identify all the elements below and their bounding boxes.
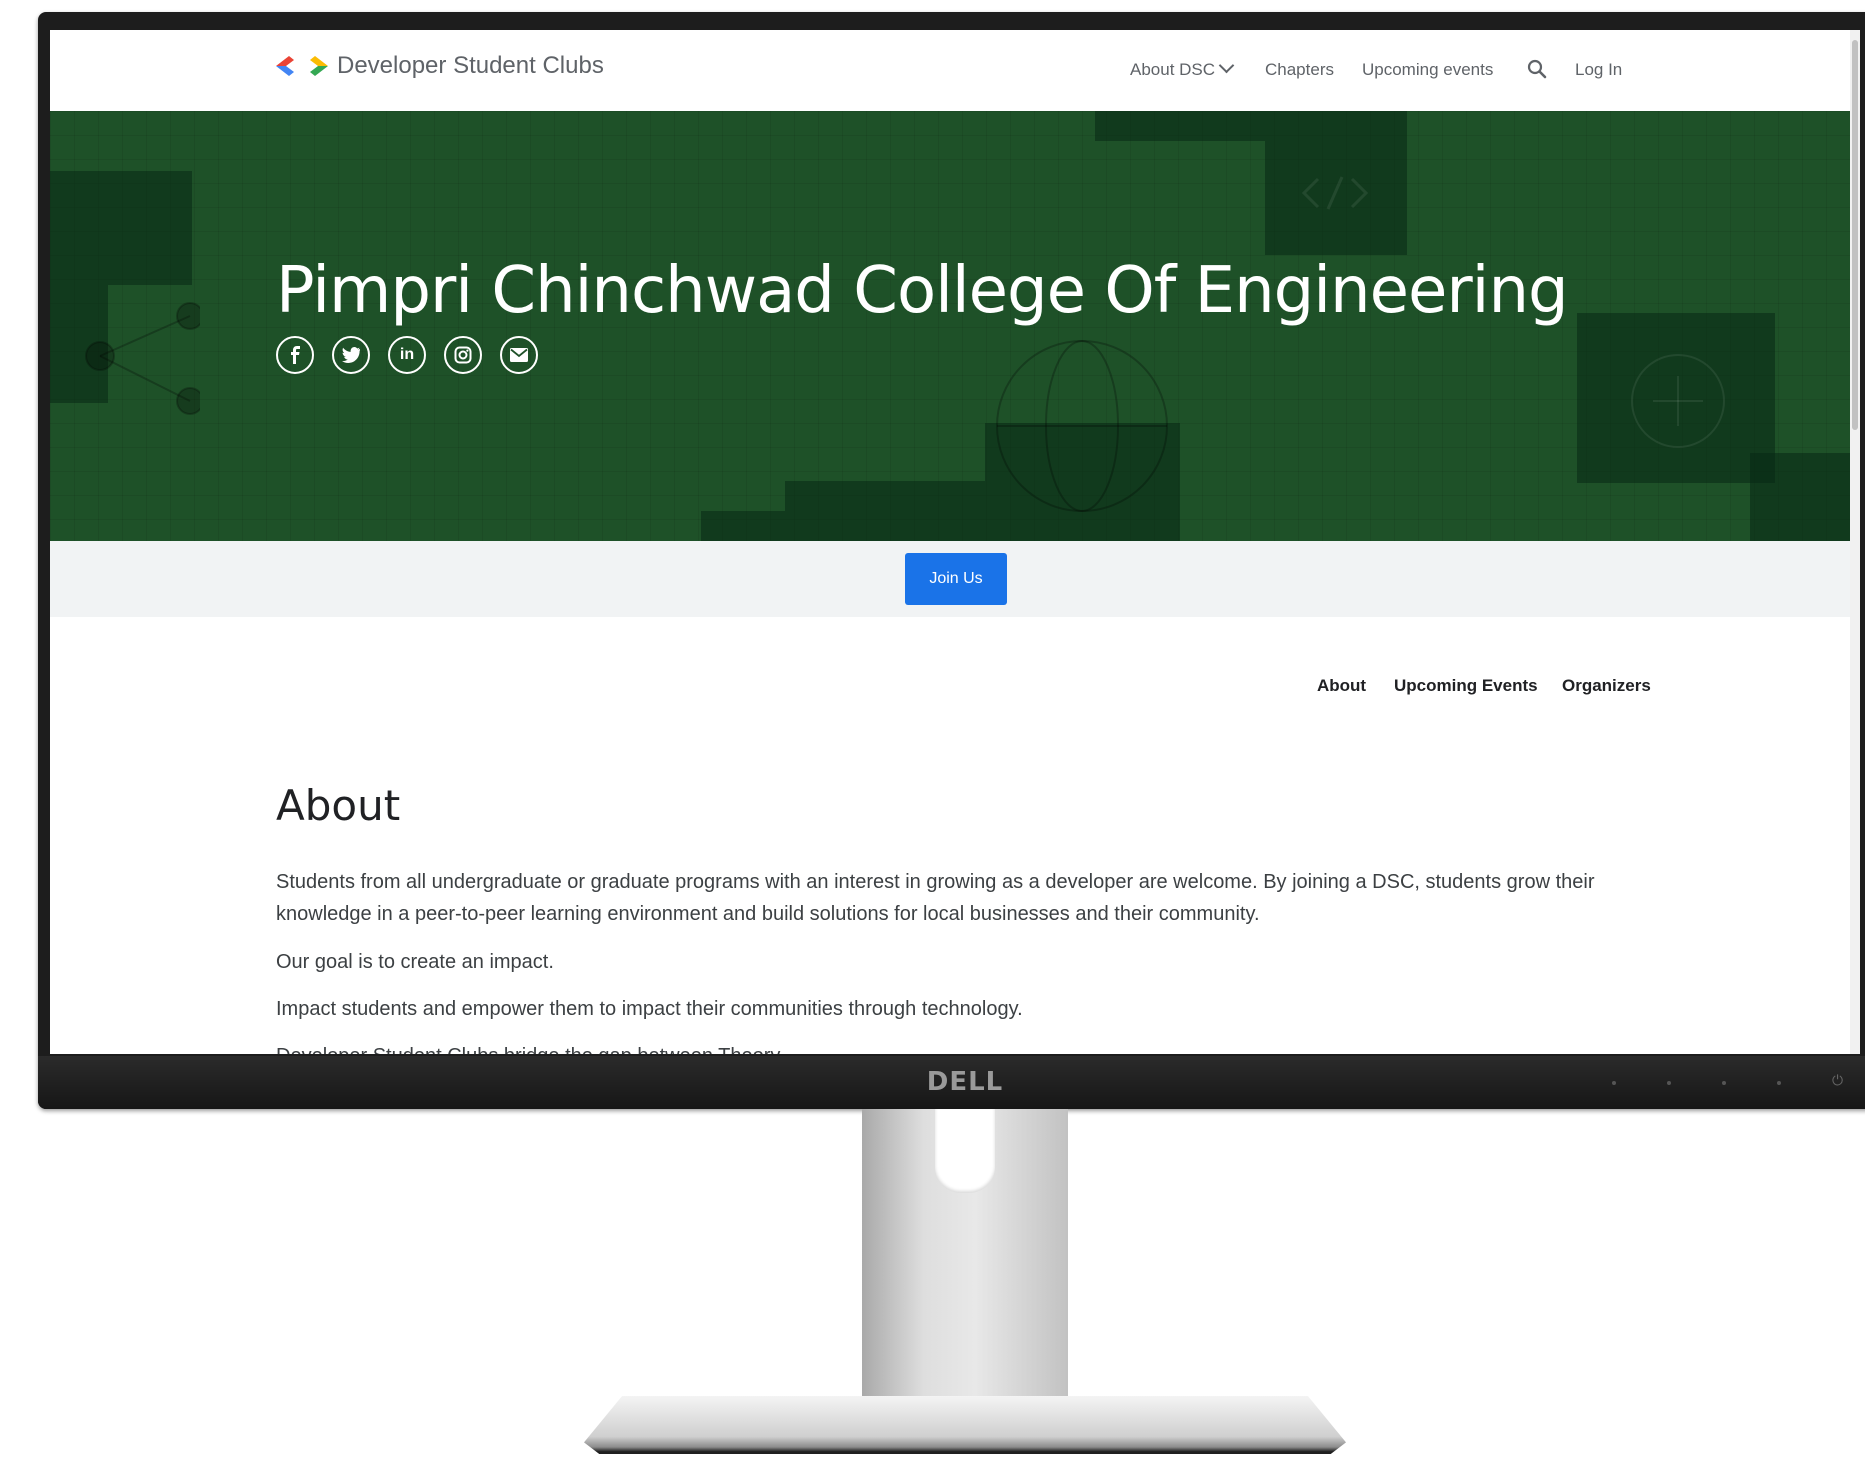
about-heading: About <box>276 781 401 830</box>
subnav-about[interactable]: About <box>1317 676 1366 696</box>
site-logo-text[interactable]: Developer Student Clubs <box>337 50 604 82</box>
monitor-stand-base <box>584 1396 1346 1454</box>
hero-banner: Pimpri Chinchwad College Of Engineering … <box>50 111 1860 541</box>
instagram-icon[interactable] <box>444 336 482 374</box>
plus-icon <box>1631 354 1725 448</box>
monitor-button <box>1777 1081 1781 1085</box>
about-paragraph: Students from all undergraduate or gradu… <box>276 871 1595 925</box>
browser-viewport: Developer Student Clubs About DSC Chapte… <box>50 30 1860 1054</box>
email-icon[interactable] <box>500 336 538 374</box>
about-paragraph: Developer Student Clubs bridge the gap b… <box>276 1040 1636 1054</box>
globe-icon <box>996 340 1168 512</box>
site-header: Developer Student Clubs About DSC Chapte… <box>50 30 1860 112</box>
hero-decor-block <box>785 481 985 541</box>
monitor-button <box>1612 1081 1616 1085</box>
nav-about-dsc[interactable]: About DSC <box>1130 57 1235 80</box>
dsc-logo-icon[interactable] <box>276 54 328 78</box>
search-icon[interactable] <box>1526 58 1548 80</box>
twitter-icon[interactable] <box>332 336 370 374</box>
monitor-button <box>1722 1081 1726 1085</box>
nav-about-dsc-label: About DSC <box>1130 60 1216 79</box>
nav-chapters[interactable]: Chapters <box>1265 60 1334 80</box>
monitor-button <box>1667 1081 1671 1085</box>
linkedin-icon[interactable]: in <box>388 336 426 374</box>
subnav-upcoming-events[interactable]: Upcoming Events <box>1394 676 1538 696</box>
monitor-stand-slot <box>935 1109 995 1193</box>
code-icon <box>1301 176 1369 210</box>
join-us-button[interactable]: Join Us <box>905 553 1007 605</box>
power-icon: ⏻ <box>1832 1072 1844 1088</box>
nav-login[interactable]: Log In <box>1575 60 1622 80</box>
about-paragraph: Impact students and empower them to impa… <box>276 998 1023 1020</box>
about-paragraph: Our goal is to create an impact. <box>276 951 554 973</box>
hero-decor-block <box>1095 111 1265 141</box>
facebook-icon[interactable] <box>276 336 314 374</box>
hero-decor-block <box>701 511 785 541</box>
join-section: Join Us <box>50 541 1860 617</box>
hero-decor-block <box>50 171 192 285</box>
scrollbar-thumb[interactable] <box>1852 40 1858 430</box>
dell-logo: DELL <box>926 1067 1004 1097</box>
share-icon <box>85 302 200 415</box>
hero-decor-block <box>1750 453 1860 541</box>
nav-upcoming-events[interactable]: Upcoming events <box>1362 60 1493 80</box>
chapter-title: Pimpri Chinchwad College Of Engineering <box>276 254 1569 328</box>
subnav-organizers[interactable]: Organizers <box>1562 676 1651 696</box>
chevron-down-icon <box>1218 57 1235 74</box>
